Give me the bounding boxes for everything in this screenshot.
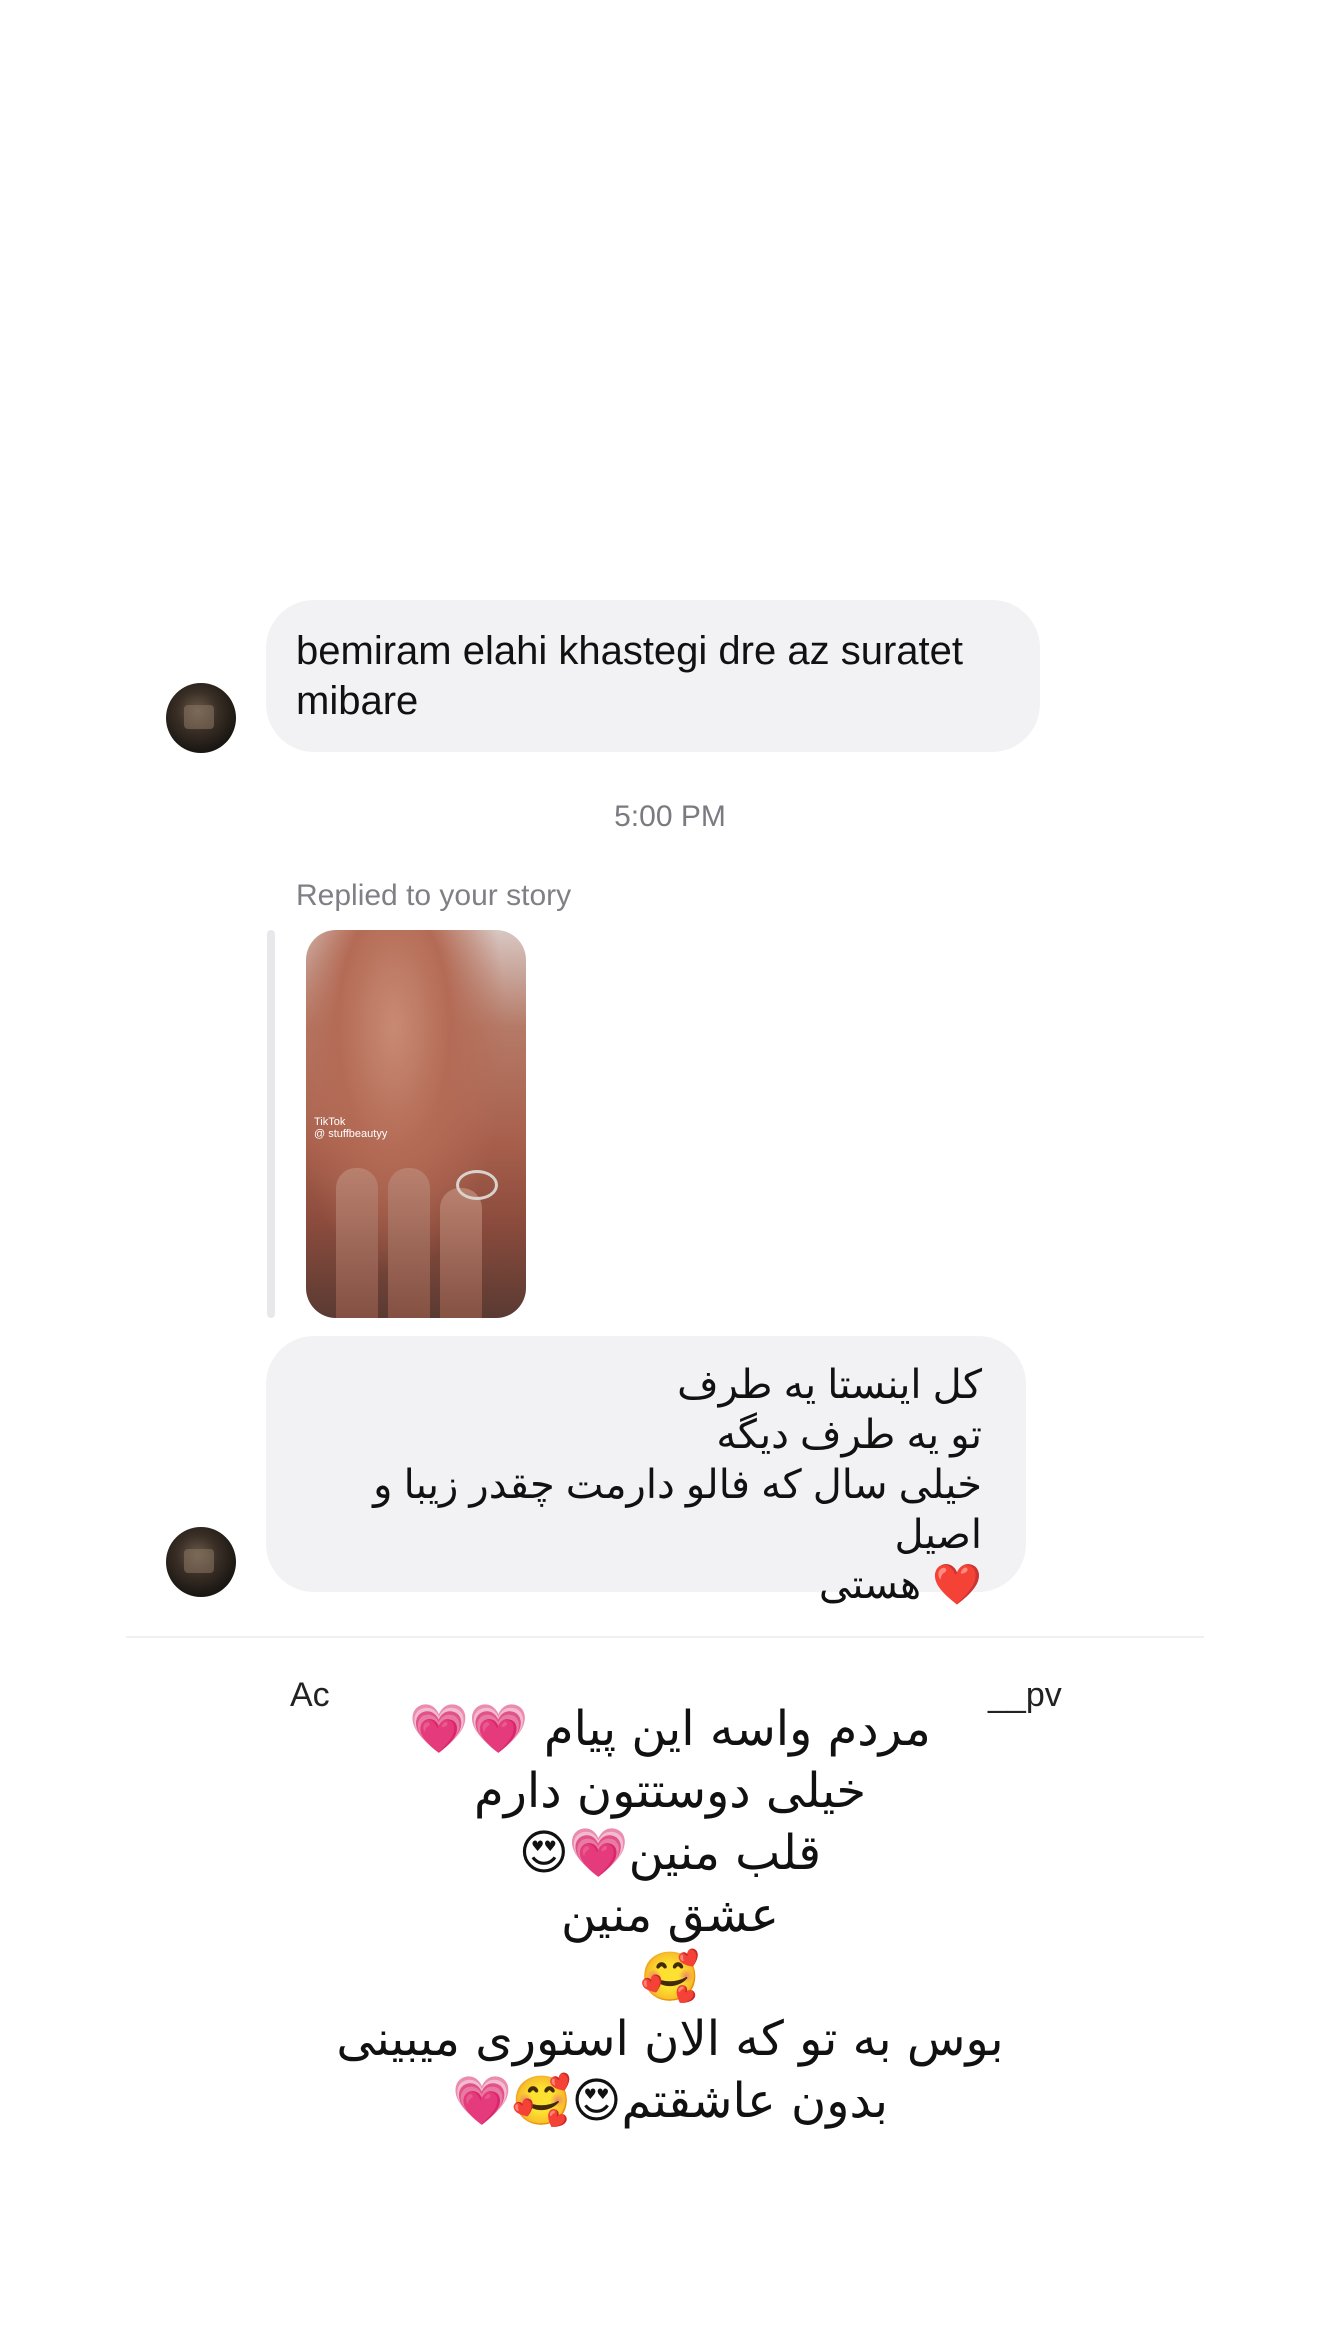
avatar-image (184, 705, 214, 729)
message-bubble[interactable]: کل اینستا یه طرف تو یه طرف دیگه خیلی سال… (266, 1336, 1026, 1607)
tiktok-watermark-line: TikTok (314, 1116, 346, 1128)
story-text-overlay: مردم واسه این پیام 💗💗 خیلی دوستتون دارم … (250, 1698, 1090, 2132)
message-timestamp: 5:00 PM (614, 800, 726, 833)
message-text-line: ❤️ هستی (818, 1563, 982, 1607)
story-image-detail (388, 1168, 430, 1318)
tiktok-watermark-line: @ stuffbeautyy (314, 1128, 388, 1140)
message-text-line: bemiram elahi khastegi dre az suratet (296, 629, 963, 673)
overlay-text-line: بوس به تو که الان استوری میبینی (336, 2011, 1004, 2067)
story-image-detail (336, 1168, 378, 1318)
overlay-text-line: بدون عاشقتم😍🥰💗 (451, 2073, 888, 2129)
story-thumbnail[interactable]: TikTok @ stuffbeautyy (306, 930, 526, 1318)
story-image-detail (456, 1170, 498, 1200)
tiktok-watermark: TikTok @ stuffbeautyy (314, 1116, 387, 1140)
replied-to-story-label: Replied to your story (296, 879, 572, 912)
message-bubble[interactable]: bemiram elahi khastegi dre az suratet mi… (266, 600, 1040, 752)
message-text-line: mibare (296, 679, 419, 723)
avatar-image (184, 1549, 214, 1573)
story-image-detail (440, 1188, 482, 1318)
overlay-text-line: 🥰 (640, 1949, 700, 2005)
sender-avatar[interactable] (166, 1527, 236, 1597)
overlay-text-line: قلب منین💗😍 (518, 1825, 822, 1881)
divider (126, 1636, 1204, 1638)
message-text-line: کل اینستا یه طرف (677, 1363, 982, 1407)
overlay-text-line: مردم واسه این پیام 💗💗 (409, 1701, 931, 1757)
overlay-text-line: خیلی دوستتون دارم (474, 1763, 866, 1819)
sender-avatar[interactable] (166, 683, 236, 753)
message-text-line: تو یه طرف دیگه (716, 1413, 982, 1457)
reply-indicator-bar (267, 930, 275, 1318)
overlay-text-line: عشق منین (561, 1887, 779, 1943)
message-text-line: خیلی سال که فالو دارمت چقدر زیبا و اصیل (373, 1463, 982, 1557)
